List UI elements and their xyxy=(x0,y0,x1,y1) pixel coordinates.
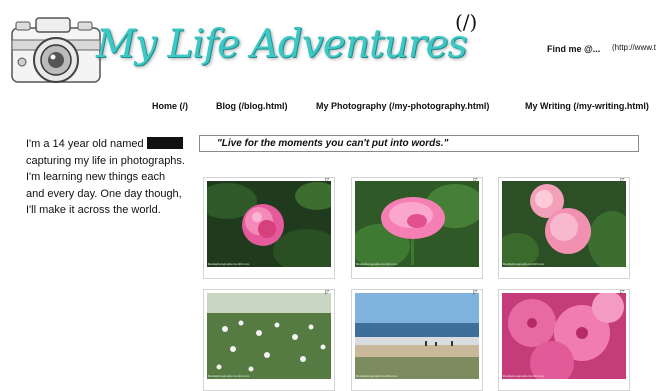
home-link[interactable]: (/) xyxy=(455,10,477,34)
peony-photo xyxy=(207,181,331,267)
site-title: My Life Adventures xyxy=(96,22,468,67)
peony-photo xyxy=(355,181,479,267)
nav-item-blog[interactable]: Blog (/blog.html) xyxy=(216,101,287,111)
gallery-tile[interactable]: lifeofaphotographer.tumblr.com ◸ xyxy=(351,289,483,391)
photo-caption: lifeofaphotographer.tumblr.com xyxy=(503,262,545,266)
nav-item-writing[interactable]: My Writing (/my-writing.html) xyxy=(525,101,649,111)
nav-item-photography[interactable]: My Photography (/my-photography.html) xyxy=(316,101,489,111)
gallery-tile[interactable]: lifeofaphotographer.tumblr.com ◸ xyxy=(203,177,335,279)
nav-item-home[interactable]: Home (/) xyxy=(152,101,188,111)
corner-mark-icon: ◸ xyxy=(325,178,330,184)
find-me-link[interactable]: (http://www.tumblr.com) xyxy=(612,43,656,52)
gallery-tile[interactable]: lifeofaphotographer.tumblr.com ◸ xyxy=(351,177,483,279)
photo-caption: lifeofaphotographer.tumblr.com xyxy=(356,374,398,378)
dandelion-field-photo xyxy=(207,293,331,379)
corner-mark-icon: ◸ xyxy=(620,290,625,296)
pink-blossoms-photo xyxy=(502,293,626,379)
photo-caption: lifeofaphotographer.tumblr.com xyxy=(356,262,398,266)
gallery-tile[interactable]: lifeofaphotographer.tumblr.com ◸ xyxy=(498,289,630,391)
corner-mark-icon: ◸ xyxy=(473,290,478,296)
peony-photo xyxy=(502,181,626,267)
gallery-tile[interactable]: lifeofaphotographer.tumblr.com ◸ xyxy=(498,177,630,279)
find-me-label: Find me @... xyxy=(547,44,601,54)
corner-mark-icon: ◸ xyxy=(620,178,625,184)
bio-text-after: capturing my life in photographs. I'm le… xyxy=(26,154,185,217)
bio-text-before: I'm a 14 year old named xyxy=(26,138,144,150)
quote-box: "Live for the moments you can't put into… xyxy=(199,135,639,152)
photo-caption: lifeofaphotographer.tumblr.com xyxy=(208,262,250,266)
beach-photo xyxy=(355,293,479,379)
gallery-tile[interactable]: lifeofaphotographer.tumblr.com ◸ xyxy=(203,289,335,391)
corner-mark-icon: ◸ xyxy=(473,178,478,184)
redacted-name xyxy=(146,137,183,149)
photo-caption: lifeofaphotographer.tumblr.com xyxy=(208,374,250,378)
bio-text: I'm a 14 year old named capturing my lif… xyxy=(26,136,186,219)
vintage-camera-sketch-icon xyxy=(11,17,101,83)
photo-caption: lifeofaphotographer.tumblr.com xyxy=(503,374,545,378)
corner-mark-icon: ◸ xyxy=(325,290,330,296)
